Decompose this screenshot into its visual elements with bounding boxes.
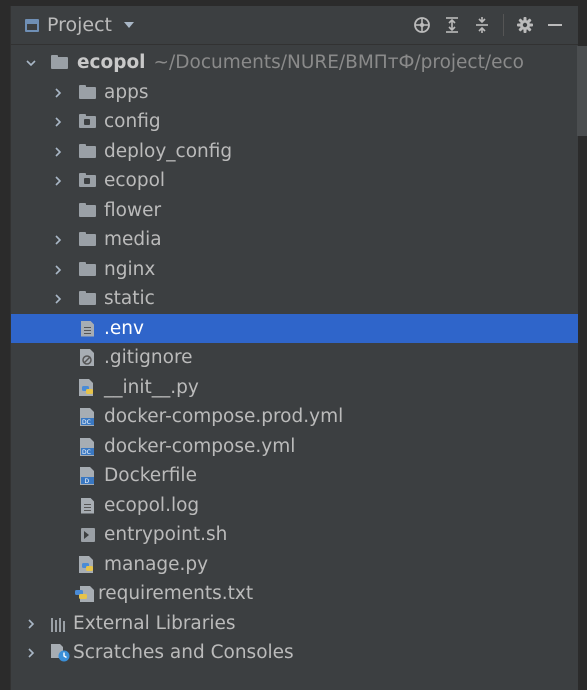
tree-item[interactable]: entrypoint.sh xyxy=(11,520,578,550)
chevron-right-icon[interactable] xyxy=(51,115,65,129)
tree-item-label: requirements.txt xyxy=(98,583,254,605)
text-file-icon xyxy=(81,497,94,514)
tree-item-label: .gitignore xyxy=(104,347,193,369)
folder-icon xyxy=(51,55,68,69)
svg-text:DC: DC xyxy=(82,449,91,456)
tree-item-label: static xyxy=(104,288,155,310)
tool-window-header: Project xyxy=(11,6,578,45)
hide-button[interactable] xyxy=(540,10,570,40)
tree-item-label: media xyxy=(104,229,162,251)
requirements-file-icon xyxy=(75,586,94,602)
chevron-down-icon[interactable] xyxy=(24,56,38,70)
tree-item-label: ecopol xyxy=(104,170,166,192)
docker-compose-file-icon: DC xyxy=(80,437,95,456)
tree-item-label: ecopol.log xyxy=(104,494,200,516)
vertical-scrollbar[interactable] xyxy=(577,46,587,136)
chevron-right-icon[interactable] xyxy=(51,174,65,188)
header-toolbar xyxy=(407,10,570,40)
project-tool-window: Project ecopol ~/Documents/NURE/ВМПтФ/pr… xyxy=(10,6,587,690)
tree-item[interactable]: nginx xyxy=(11,255,578,285)
docker-compose-file-icon: DC xyxy=(80,408,95,426)
toolbar-separator xyxy=(503,14,504,36)
chevron-right-icon[interactable] xyxy=(24,646,38,660)
tree-item[interactable]: __init__.py xyxy=(11,373,578,403)
root-name: ecopol xyxy=(77,52,146,74)
chevron-right-icon[interactable] xyxy=(51,263,65,277)
chevron-right-icon[interactable] xyxy=(51,145,65,159)
locate-button[interactable] xyxy=(407,10,437,40)
root-path: ~/Documents/NURE/ВМПтФ/project/eco xyxy=(153,52,524,74)
tree-item[interactable]: D Dockerfile xyxy=(11,461,578,491)
tree-item-scratches[interactable]: Scratches and Consoles xyxy=(11,638,578,668)
chevron-right-icon[interactable] xyxy=(51,292,65,306)
folder-icon xyxy=(79,143,96,158)
tree-item-label: Dockerfile xyxy=(104,465,197,487)
project-icon xyxy=(25,18,39,32)
chevron-right-icon[interactable] xyxy=(51,86,65,100)
tree-item[interactable]: apps xyxy=(11,78,578,108)
tree-item[interactable]: ecopol.log xyxy=(11,491,578,521)
svg-text:DC: DC xyxy=(82,419,91,426)
libraries-icon xyxy=(51,616,67,632)
tree-item-label: apps xyxy=(104,81,149,103)
tree-item[interactable]: media xyxy=(11,225,578,255)
folder-icon xyxy=(79,291,96,305)
tree-item[interactable]: deploy_config xyxy=(11,137,578,167)
folder-icon xyxy=(79,84,96,99)
folder-icon xyxy=(79,261,96,276)
tree-item-label: manage.py xyxy=(104,553,209,575)
package-folder-icon xyxy=(79,173,96,187)
gitignore-file-icon xyxy=(80,349,94,366)
tree-item[interactable]: requirements.txt xyxy=(11,579,578,609)
expand-all-icon xyxy=(446,17,458,33)
tree-item-label: entrypoint.sh xyxy=(104,524,228,546)
tree-item-label: nginx xyxy=(104,258,156,280)
tree-item[interactable]: ecopol xyxy=(11,166,578,196)
shell-script-icon xyxy=(81,528,95,542)
scratches-icon xyxy=(51,644,70,662)
tree-item[interactable]: DC docker-compose.prod.yml xyxy=(11,402,578,432)
tree-item[interactable]: flower xyxy=(11,196,578,226)
package-folder-icon xyxy=(79,114,96,128)
expand-all-button[interactable] xyxy=(437,10,467,40)
python-file-icon xyxy=(79,378,96,396)
tree-item-label: Scratches and Consoles xyxy=(73,642,294,664)
tree-item-label: flower xyxy=(104,199,162,221)
tree-item[interactable]: config xyxy=(11,107,578,137)
tree-root[interactable]: ecopol ~/Documents/NURE/ВМПтФ/project/eco xyxy=(11,48,578,78)
dockerfile-icon: D xyxy=(80,467,95,485)
chevron-right-icon[interactable] xyxy=(24,617,38,631)
tree-item[interactable]: static xyxy=(11,284,578,314)
chevron-down-icon xyxy=(124,22,135,28)
settings-button[interactable] xyxy=(510,10,540,40)
tree-item-label: config xyxy=(104,111,161,133)
tree-item-label: docker-compose.yml xyxy=(104,435,296,457)
tree-item-external-libraries[interactable]: External Libraries xyxy=(11,609,578,639)
view-title: Project xyxy=(47,14,113,36)
hide-icon xyxy=(548,24,562,26)
text-file-icon xyxy=(81,320,94,337)
gear-icon xyxy=(517,17,533,33)
tree-item-label: __init__.py xyxy=(104,376,199,398)
project-tree: ecopol ~/Documents/NURE/ВМПтФ/project/eco… xyxy=(11,48,578,668)
locate-icon xyxy=(414,17,430,33)
tree-item-label: .env xyxy=(104,317,144,339)
tree-item[interactable]: .gitignore xyxy=(11,343,578,373)
tree-item[interactable]: DC docker-compose.yml xyxy=(11,432,578,462)
tree-item[interactable]: manage.py xyxy=(11,550,578,580)
tree-item-label: External Libraries xyxy=(73,612,236,634)
collapse-all-icon xyxy=(476,17,488,33)
python-file-icon xyxy=(79,555,96,573)
svg-text:D: D xyxy=(85,478,90,485)
collapse-all-button[interactable] xyxy=(467,10,497,40)
tree-item-label: docker-compose.prod.yml xyxy=(104,406,344,428)
view-selector-dropdown[interactable]: Project xyxy=(25,14,135,36)
tree-item-selected[interactable]: .env xyxy=(11,313,578,343)
folder-icon xyxy=(79,232,96,246)
folder-icon xyxy=(79,202,96,217)
tree-item-label: deploy_config xyxy=(104,140,233,162)
chevron-right-icon[interactable] xyxy=(51,233,65,247)
